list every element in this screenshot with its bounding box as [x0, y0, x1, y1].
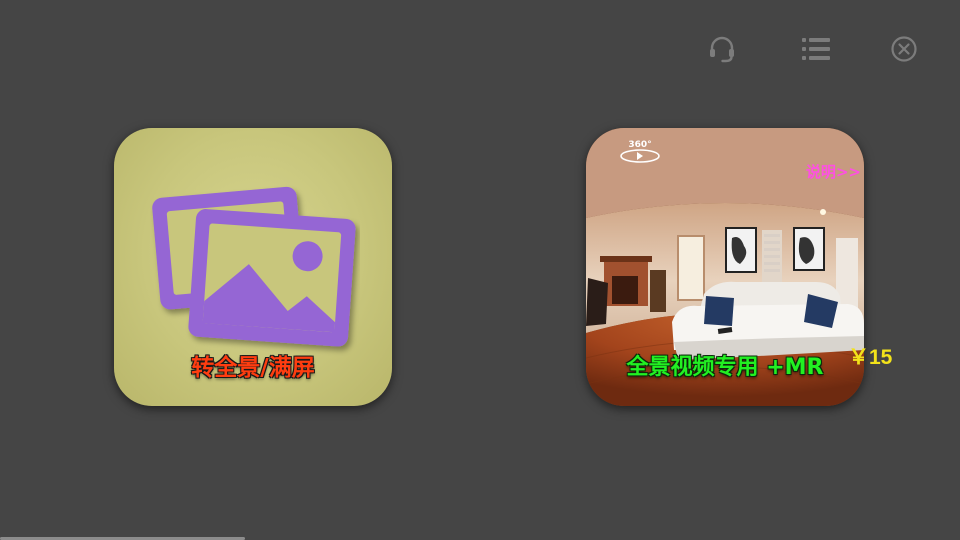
images-icon: [152, 186, 356, 347]
price-label: ￥15: [848, 346, 893, 369]
headset-icon[interactable]: [705, 32, 739, 66]
panorama-card-label: 全景视频专用 +MR: [626, 355, 824, 380]
explain-link[interactable]: 说明>>: [806, 161, 861, 182]
360-badge-text: 360°: [628, 140, 651, 150]
list-menu-icon[interactable]: [799, 32, 833, 66]
360-badge-icon: 360°: [618, 138, 662, 170]
close-circle-icon[interactable]: [887, 32, 921, 66]
fullscreen-card-label: 转全景/满屏: [191, 355, 315, 381]
fullscreen-card-button[interactable]: 转全景/满屏: [114, 128, 392, 406]
panorama-video-card-button[interactable]: 360° 说明>> 全景视频专用 +MR: [586, 128, 864, 406]
